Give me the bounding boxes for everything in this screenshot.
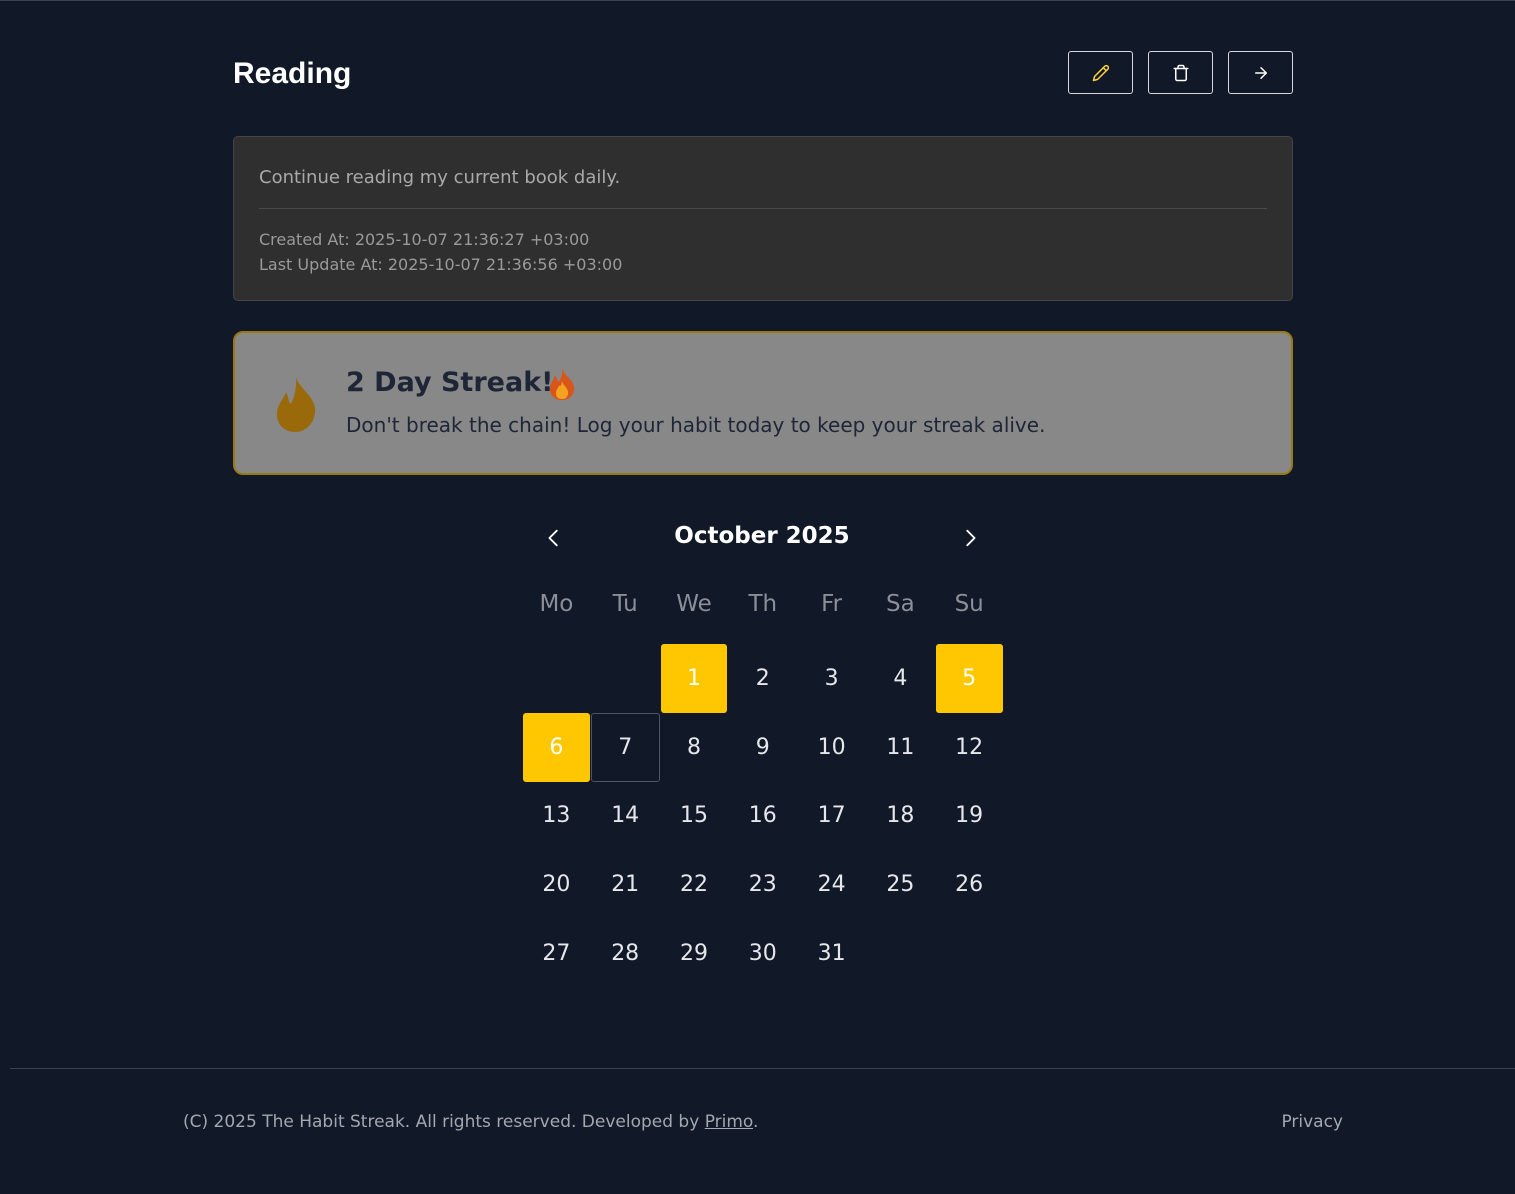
copyright-text: (C) 2025 The Habit Streak. All rights re…	[183, 1112, 700, 1132]
weekday-label: Su	[954, 591, 984, 617]
habit-description: Continue reading my current book daily.	[259, 167, 621, 188]
streak-message: Don't break the chain! Log your habit to…	[346, 413, 1046, 437]
weekday-label: Th	[748, 591, 778, 617]
calendar-day[interactable]: 10	[797, 713, 866, 782]
calendar-day[interactable]: 20	[522, 850, 591, 919]
calendar-day[interactable]: 27	[522, 919, 591, 988]
calendar-day[interactable]: 22	[660, 850, 729, 919]
calendar-month-label: October 2025	[674, 523, 850, 549]
footer-period: .	[753, 1112, 759, 1132]
author-link[interactable]: Primo	[705, 1112, 753, 1132]
calendar-day[interactable]: 14	[591, 782, 660, 851]
flame-icon	[276, 377, 316, 432]
calendar-grid: 1 2 3 4 5 6 7 8 9 10 11 12 13 14 15 16 17 18 19 20 21 22 23 24 2…	[522, 644, 1004, 988]
calendar-day[interactable]: 8	[660, 713, 729, 782]
fire-emoji-icon	[550, 368, 575, 400]
calendar-day[interactable]: 19	[935, 782, 1004, 851]
calendar-day[interactable]: 11	[866, 713, 935, 782]
calendar-day[interactable]: 24	[797, 850, 866, 919]
calendar-day[interactable]: 26	[935, 850, 1004, 919]
delete-button[interactable]	[1148, 51, 1213, 94]
created-at: Created At: 2025-10-07 21:36:27 +03:00	[259, 230, 590, 249]
calendar-day[interactable]: 3	[797, 644, 866, 713]
calendar-day[interactable]: 29	[660, 919, 729, 988]
page-header: Reading	[233, 51, 1293, 97]
calendar-day[interactable]: 2	[728, 644, 797, 713]
chevron-right-icon	[966, 529, 976, 547]
calendar-empty-cell	[522, 644, 591, 713]
calendar-day[interactable]: 28	[591, 919, 660, 988]
previous-month-button[interactable]	[541, 525, 567, 551]
weekday-label: We	[676, 591, 712, 617]
chevron-left-icon	[548, 529, 558, 547]
calendar-day[interactable]: 21	[591, 850, 660, 919]
calendar-day-today[interactable]: 7	[590, 712, 660, 782]
calendar-day[interactable]: 12	[935, 713, 1004, 782]
calendar-day[interactable]: 16	[728, 782, 797, 851]
weekday-label: Mo	[539, 591, 574, 617]
edit-button[interactable]	[1068, 51, 1133, 94]
divider	[259, 208, 1267, 209]
calendar-weekdays: Mo Tu We Th Fr Sa Su	[522, 591, 1004, 617]
trash-icon	[1173, 64, 1188, 81]
calendar-day-completed[interactable]: 6	[523, 712, 590, 782]
calendar-day[interactable]: 30	[728, 919, 797, 988]
streak-title: 2 Day Streak!	[346, 367, 554, 398]
calendar-day[interactable]: 4	[866, 644, 935, 713]
pencil-icon	[1092, 64, 1109, 81]
streak-banner: 2 Day Streak! Don't break the chain! Log…	[233, 331, 1293, 475]
weekday-label: Fr	[821, 591, 843, 617]
calendar-day[interactable]: 17	[797, 782, 866, 851]
calendar-day[interactable]: 18	[866, 782, 935, 851]
habit-details-card: Continue reading my current book daily. …	[233, 136, 1293, 301]
calendar-day-completed[interactable]: 1	[660, 644, 728, 713]
calendar-day[interactable]: 31	[797, 919, 866, 988]
calendar-day-completed[interactable]: 5	[935, 644, 1003, 713]
header-actions	[1068, 51, 1293, 94]
calendar-empty-cell	[591, 644, 660, 713]
open-button[interactable]	[1228, 51, 1293, 94]
habit-meta: Created At: 2025-10-07 21:36:27 +03:00 L…	[259, 227, 622, 277]
updated-at: Last Update At: 2025-10-07 21:36:56 +03:…	[259, 255, 623, 274]
calendar-day[interactable]: 25	[866, 850, 935, 919]
arrow-right-icon	[1254, 66, 1267, 79]
calendar-day[interactable]: 15	[660, 782, 729, 851]
footer-divider	[10, 1068, 1515, 1069]
calendar-day[interactable]: 13	[522, 782, 591, 851]
weekday-label: Tu	[612, 591, 638, 617]
footer-copyright: (C) 2025 The Habit Streak. All rights re…	[183, 1112, 758, 1132]
page-title: Reading	[233, 57, 352, 90]
privacy-link[interactable]: Privacy	[1281, 1112, 1343, 1132]
next-month-button[interactable]	[957, 525, 983, 551]
weekday-label: Sa	[886, 591, 915, 617]
calendar-day[interactable]: 23	[728, 850, 797, 919]
calendar-day[interactable]: 9	[728, 713, 797, 782]
